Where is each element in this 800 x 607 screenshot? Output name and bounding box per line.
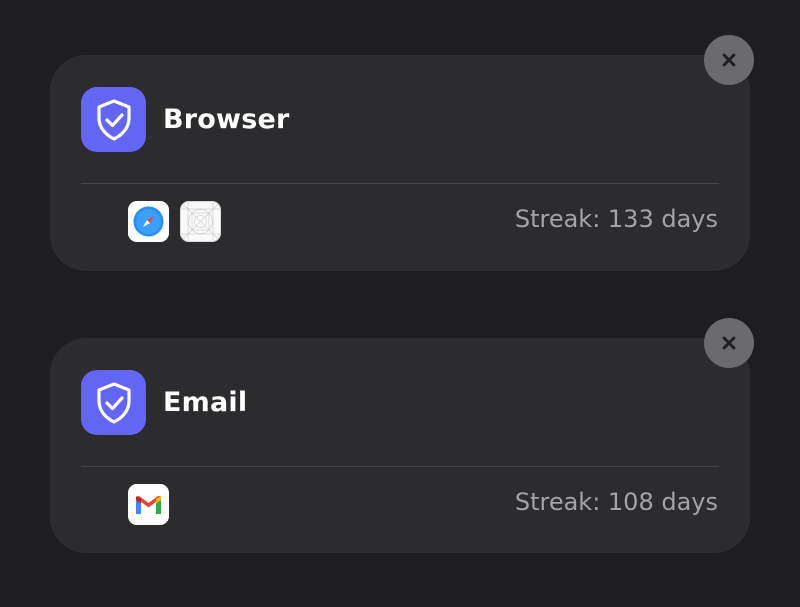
shield-check-icon	[81, 87, 146, 152]
streak-label: Streak: 133 days	[514, 205, 718, 233]
group-title: Browser	[163, 104, 290, 135]
app-list	[128, 201, 221, 242]
divider	[81, 183, 719, 184]
close-icon	[722, 336, 736, 350]
app-groups-screen: Browser Streak: 133 days Email Streak: 1…	[0, 0, 800, 607]
group-card-email[interactable]: Email Streak: 108 days	[50, 338, 750, 553]
card-header: Email	[81, 370, 247, 435]
divider	[81, 466, 719, 467]
app-list	[128, 484, 169, 525]
gmail-icon	[128, 484, 169, 525]
placeholder-app-icon	[180, 201, 221, 242]
remove-group-button[interactable]	[704, 35, 754, 85]
group-card-browser[interactable]: Browser Streak: 133 days	[50, 55, 750, 271]
safari-icon	[128, 201, 169, 242]
card-header: Browser	[81, 87, 290, 152]
group-title: Email	[163, 387, 248, 418]
streak-label: Streak: 108 days	[514, 488, 718, 516]
close-icon	[722, 53, 736, 67]
remove-group-button[interactable]	[704, 318, 754, 368]
shield-check-icon	[81, 370, 146, 435]
